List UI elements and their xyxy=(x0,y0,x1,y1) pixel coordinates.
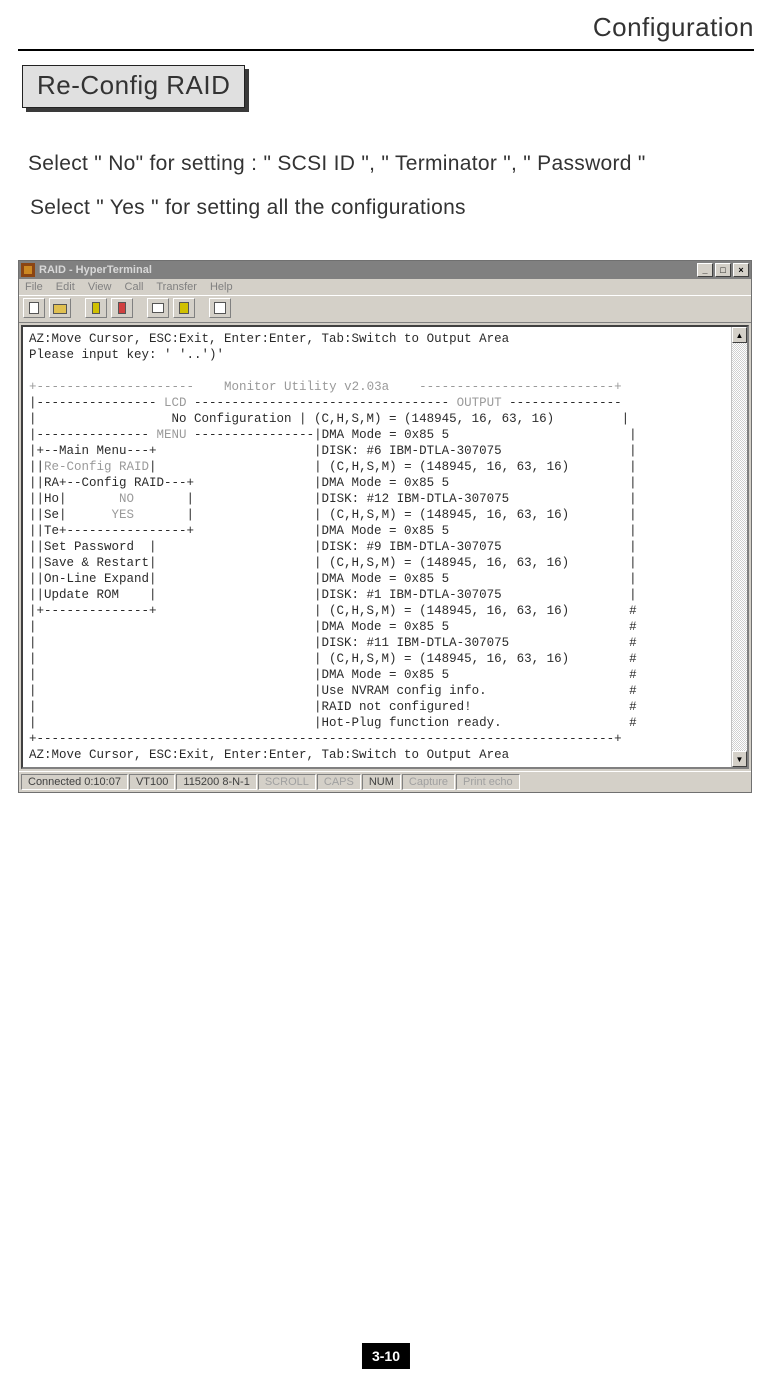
hyperterminal-window: RAID - HyperTerminal _ □ × File Edit Vie… xyxy=(18,260,752,793)
scroll-down-icon[interactable]: ▼ xyxy=(732,751,747,767)
menu-transfer[interactable]: Transfer xyxy=(156,281,197,293)
status-printecho: Print echo xyxy=(456,774,520,790)
titlebar[interactable]: RAID - HyperTerminal _ □ × xyxy=(19,261,751,279)
menu-edit[interactable]: Edit xyxy=(56,281,75,293)
status-connected: Connected 0:10:07 xyxy=(21,774,128,790)
close-button[interactable]: × xyxy=(733,263,749,277)
instruction-no: Select " No" for setting : " SCSI ID ", … xyxy=(28,152,754,176)
scroll-track[interactable] xyxy=(732,343,747,751)
page-header: Configuration xyxy=(18,12,754,51)
terminal-area: AZ:Move Cursor, ESC:Exit, Enter:Enter, T… xyxy=(21,325,749,769)
send-icon[interactable] xyxy=(147,298,169,318)
window-title: RAID - HyperTerminal xyxy=(39,264,697,276)
menu-file[interactable]: File xyxy=(25,281,43,293)
disconnect-icon[interactable] xyxy=(111,298,133,318)
properties-icon[interactable] xyxy=(209,298,231,318)
statusbar: Connected 0:10:07 VT100 115200 8-N-1 SCR… xyxy=(19,771,751,792)
status-scroll: SCROLL xyxy=(258,774,316,790)
toolbar xyxy=(19,295,751,323)
scrollbar[interactable]: ▲ ▼ xyxy=(731,327,747,767)
maximize-button[interactable]: □ xyxy=(715,263,731,277)
terminal-output[interactable]: AZ:Move Cursor, ESC:Exit, Enter:Enter, T… xyxy=(23,327,731,767)
status-num: NUM xyxy=(362,774,401,790)
status-caps: CAPS xyxy=(317,774,361,790)
status-capture: Capture xyxy=(402,774,455,790)
menubar: File Edit View Call Transfer Help xyxy=(19,279,751,295)
page-number: 3-10 xyxy=(362,1343,410,1369)
instruction-yes: Select " Yes " for setting all the confi… xyxy=(30,196,754,220)
receive-icon[interactable] xyxy=(173,298,195,318)
section-title: Re-Config RAID xyxy=(22,65,245,108)
status-emulation: VT100 xyxy=(129,774,175,790)
minimize-button[interactable]: _ xyxy=(697,263,713,277)
menu-call[interactable]: Call xyxy=(125,281,144,293)
open-icon[interactable] xyxy=(49,298,71,318)
scroll-up-icon[interactable]: ▲ xyxy=(732,327,747,343)
call-icon[interactable] xyxy=(85,298,107,318)
menu-view[interactable]: View xyxy=(88,281,112,293)
status-settings: 115200 8-N-1 xyxy=(176,774,256,790)
new-icon[interactable] xyxy=(23,298,45,318)
app-icon xyxy=(21,263,35,277)
menu-help[interactable]: Help xyxy=(210,281,233,293)
section-title-box: Re-Config RAID xyxy=(26,69,249,112)
